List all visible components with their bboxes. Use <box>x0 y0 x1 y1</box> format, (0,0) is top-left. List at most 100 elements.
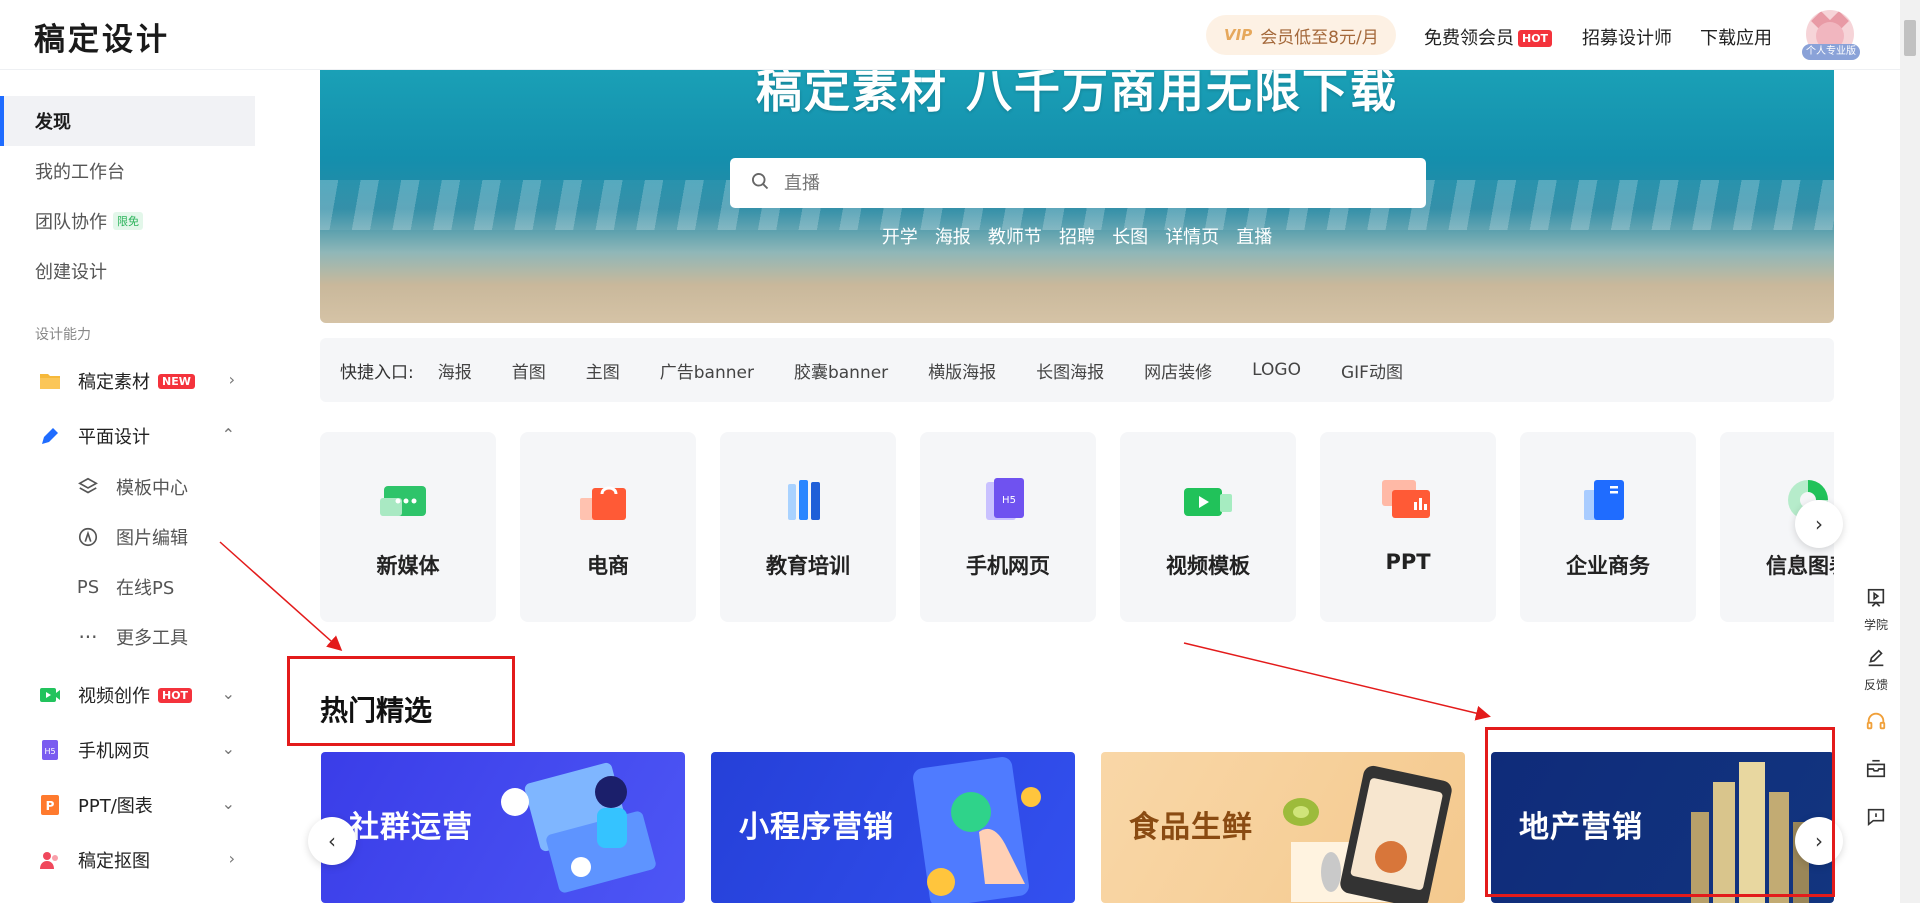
sidebar-item-workspace[interactable]: 我的工作台 <box>0 146 255 196</box>
quick-entry-bar: 快捷入口: 海报 首图 主图 广告banner 胶囊banner 横版海报 长图… <box>320 338 1834 402</box>
scrollbar-thumb[interactable] <box>1904 20 1916 56</box>
hot-word-link[interactable]: 海报 <box>935 227 971 248</box>
category-card-education[interactable]: 教育培训 <box>720 432 896 622</box>
svg-text:H5: H5 <box>1002 495 1016 506</box>
download-app-link[interactable]: 下载应用 <box>1700 24 1772 50</box>
brand-logo[interactable]: 稿定设计 <box>34 14 170 59</box>
category-label: 企业商务 <box>1566 554 1650 578</box>
sidebar-item-photo-edit[interactable]: 图片编辑 <box>0 512 255 562</box>
svg-text:P: P <box>46 799 55 813</box>
mailbox-button[interactable] <box>1852 748 1900 796</box>
floating-side-tools: 学院 反馈 <box>1852 580 1900 844</box>
category-label: 教育培训 <box>766 554 850 578</box>
sidebar: 发现 我的工作台 团队协作 限免 创建设计 设计能力 稿定素材 NEW › 平面… <box>0 70 262 903</box>
hot-pick-title: 食品生鲜 <box>1129 810 1253 845</box>
sidebar-group-label: 稿定抠图 <box>78 851 150 872</box>
customer-service-button[interactable] <box>1852 700 1900 748</box>
ps-icon: PS <box>76 576 100 598</box>
quick-link[interactable]: 横版海报 <box>928 358 996 383</box>
hot-word-link[interactable]: 教师节 <box>988 227 1042 248</box>
chevron-left-icon: ‹ <box>328 829 336 853</box>
quick-link[interactable]: 网店装修 <box>1144 358 1212 383</box>
quick-link[interactable]: GIF动图 <box>1341 358 1403 383</box>
free-badge: 限免 <box>113 212 143 230</box>
quick-link[interactable]: 长图海报 <box>1036 358 1104 383</box>
message-button[interactable] <box>1852 796 1900 844</box>
headset-icon <box>1865 710 1887 737</box>
ppt-icon: P <box>38 793 62 817</box>
hot-word-link[interactable]: 招聘 <box>1059 227 1095 248</box>
search-input[interactable] <box>784 172 1384 194</box>
sidebar-item-create[interactable]: 创建设计 <box>0 246 255 296</box>
sidebar-item-online-ps[interactable]: PS 在线PS <box>0 562 255 612</box>
search-box[interactable] <box>730 158 1426 208</box>
hot-pick-miniapp[interactable]: 小程序营销 <box>711 752 1075 903</box>
food-phone-icon <box>1283 765 1452 903</box>
sidebar-item-label: 图片编辑 <box>116 528 188 549</box>
chevron-right-icon: › <box>1815 512 1823 536</box>
quick-entry-label: 快捷入口: <box>340 362 414 383</box>
section-title-design: 设计能力 <box>35 327 91 343</box>
sidebar-group-h5[interactable]: H5 手机网页 ⌄ <box>0 725 255 775</box>
chevron-down-icon: ⌄ <box>221 794 235 813</box>
hot-pick-title: 小程序营销 <box>739 810 894 845</box>
community-illustration-icon <box>501 762 656 893</box>
category-label: 信息图表 <box>1766 554 1834 578</box>
hot-carousel-prev-button[interactable]: ‹ <box>308 817 356 865</box>
compass-icon <box>76 525 100 549</box>
recruit-designer-link[interactable]: 招募设计师 <box>1582 24 1672 50</box>
sidebar-item-label: 团队协作 <box>35 212 107 233</box>
hot-pick-community[interactable]: 社群运营 <box>321 752 685 903</box>
quick-link[interactable]: 广告banner <box>660 358 754 383</box>
quick-link[interactable]: 胶囊banner <box>794 358 888 383</box>
search-icon <box>750 171 770 195</box>
sidebar-group-video[interactable]: 视频创作 HOT ⌄ <box>0 670 255 720</box>
category-label: 视频模板 <box>1166 554 1250 578</box>
hot-pick-fresh-food[interactable]: 食品生鲜 <box>1101 752 1465 903</box>
edit-icon <box>1865 647 1887 674</box>
sidebar-group-ppt[interactable]: P PPT/图表 ⌄ <box>0 780 255 830</box>
hot-word-link[interactable]: 开学 <box>882 227 918 248</box>
carousel-next-button[interactable]: › <box>1795 500 1843 548</box>
sidebar-item-discover[interactable]: 发现 <box>0 96 255 146</box>
category-card-new-media[interactable]: 新媒体 <box>320 432 496 622</box>
annotation-arrow-right <box>1183 642 1491 721</box>
hot-badge: HOT <box>1518 30 1553 47</box>
feedback-button[interactable]: 反馈 <box>1852 640 1900 700</box>
sidebar-item-label: 更多工具 <box>116 628 188 649</box>
sidebar-group-graphic[interactable]: 平面设计 ⌃ <box>0 411 255 461</box>
hot-pick-title: 社群运营 <box>349 810 473 845</box>
quick-link[interactable]: LOGO <box>1252 360 1301 380</box>
quick-link[interactable]: 主图 <box>586 358 620 383</box>
category-card-ppt[interactable]: PPT <box>1320 432 1496 622</box>
chat-bubble-icon <box>380 486 426 516</box>
cutout-icon <box>38 848 62 872</box>
sidebar-item-more-tools[interactable]: ··· 更多工具 <box>0 612 255 662</box>
vip-promo-button[interactable]: VIP 会员低至8元/月 <box>1206 15 1396 55</box>
category-card-h5[interactable]: H5 手机网页 <box>920 432 1096 622</box>
sidebar-group-label: 视频创作 <box>78 686 150 707</box>
sidebar-item-templates[interactable]: 模板中心 <box>0 462 255 512</box>
category-card-business[interactable]: 企业商务 <box>1520 432 1696 622</box>
hot-word-link[interactable]: 长图 <box>1112 227 1148 248</box>
page-scrollbar[interactable] <box>1900 0 1920 903</box>
sidebar-group-cutout[interactable]: 稿定抠图 › <box>0 835 255 885</box>
message-icon <box>1865 806 1887 833</box>
hot-word-link[interactable]: 详情页 <box>1165 227 1219 248</box>
video-play-icon <box>1184 488 1232 516</box>
free-member-link[interactable]: 免费领会员 HOT <box>1424 24 1553 50</box>
quick-link[interactable]: 首图 <box>512 358 546 383</box>
banner-title: 稿定素材 八千万商用无限下载 <box>755 70 1398 118</box>
svg-text:H5: H5 <box>44 747 55 756</box>
sidebar-item-label: 在线PS <box>116 578 175 599</box>
category-card-video[interactable]: 视频模板 <box>1120 432 1296 622</box>
academy-button[interactable]: 学院 <box>1852 580 1900 640</box>
quick-link[interactable]: 海报 <box>438 358 472 383</box>
document-folder-icon <box>1584 480 1624 520</box>
sidebar-group-materials[interactable]: 稿定素材 NEW › <box>0 356 255 406</box>
hot-word-link[interactable]: 直播 <box>1236 227 1272 248</box>
vip-promo-text: 会员低至8元/月 <box>1260 27 1379 48</box>
sidebar-item-team[interactable]: 团队协作 限免 <box>0 196 255 246</box>
category-card-ecommerce[interactable]: 电商 <box>520 432 696 622</box>
hot-search-words: 开学 海报 教师节 招聘 长图 详情页 直播 <box>320 223 1834 249</box>
